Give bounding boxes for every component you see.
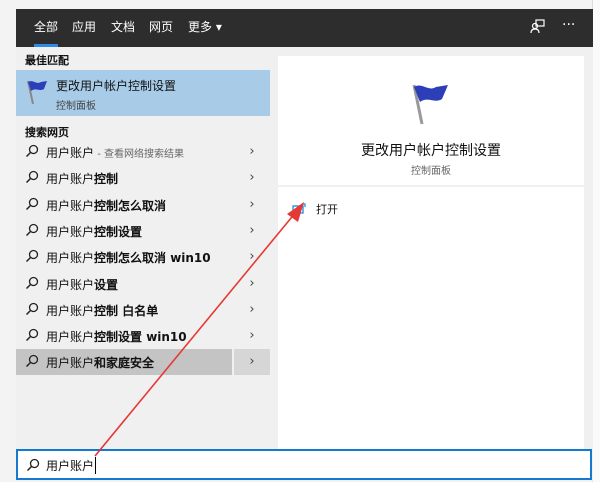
search-suggestion[interactable]: 用户账户控制怎么取消 › (16, 192, 270, 218)
suggestion-hint: - 查看网络搜索结果 (94, 149, 184, 160)
suggestion-completion: 控制怎么取消 (94, 198, 167, 213)
suggestion-label: 用户账户和家庭安全 (46, 354, 154, 371)
search-box[interactable]: 用户账户 (16, 449, 592, 480)
search-icon (25, 302, 39, 315)
tab-more[interactable]: 更多 ▾ (188, 9, 222, 47)
detail-title: 更改用户帐户控制设置 (361, 143, 501, 159)
search-suggestion[interactable]: 用户账户和家庭安全 › (16, 349, 270, 376)
suggestion-query: 用户账户 (46, 198, 95, 213)
chevron-right-icon[interactable]: › (234, 218, 270, 244)
chevron-right-icon[interactable]: › (234, 271, 270, 297)
suggestion-main[interactable]: 用户账户控制 白名单 (16, 297, 232, 323)
suggestion-completion: 控制设置 (94, 224, 143, 239)
best-match-item[interactable]: 更改用户帐户控制设置 控制面板 (16, 70, 270, 116)
suggestion-completion: 设置 (94, 277, 119, 292)
suggestion-completion: 和家庭安全 (94, 356, 155, 371)
detail-card: 更改用户帐户控制设置 控制面板 (278, 56, 584, 185)
search-icon (25, 328, 39, 342)
chevron-right-icon[interactable]: › (234, 349, 270, 376)
open-action[interactable]: 打开 (292, 201, 338, 217)
search-icon (25, 197, 39, 210)
suggestion-main[interactable]: 用户账户和家庭安全 (16, 349, 232, 376)
search-suggestion[interactable]: 用户账户控制 › (16, 165, 270, 191)
suggestion-query: 用户账户 (46, 277, 95, 292)
tab-documents[interactable]: 文档 (111, 9, 135, 47)
header-bar: 全部 应用 文档 网页 更多 ▾ ··· (16, 9, 593, 47)
search-icon (25, 171, 39, 184)
suggestion-label: 用户账户控制怎么取消 win10 (46, 249, 211, 266)
chevron-right-icon[interactable]: › (234, 323, 270, 349)
suggestion-main[interactable]: 用户账户控制怎么取消 (16, 192, 232, 218)
suggestion-completion: 控制 白名单 (94, 303, 159, 318)
suggestion-query: 用户账户 (46, 172, 95, 187)
actions-card: 打开 (278, 187, 584, 449)
best-match-title: 更改用户帐户控制设置 (56, 79, 177, 93)
suggestion-main[interactable]: 用户账户 - 查看网络搜索结果 (16, 139, 232, 165)
search-icon (25, 250, 39, 263)
search-icon (25, 276, 39, 289)
search-icon (25, 355, 39, 368)
suggestion-label: 用户账户控制设置 win10 (46, 328, 187, 345)
suggestion-query: 用户账户 (46, 356, 95, 371)
tab-web[interactable]: 网页 (149, 9, 173, 47)
suggestion-query: 用户账户 (46, 224, 95, 239)
search-suggestion[interactable]: 用户账户设置 › (16, 271, 270, 297)
suggestion-query: 用户账户 (46, 251, 95, 266)
search-window: 全部 应用 文档 网页 更多 ▾ ··· 最佳匹配 更改用户帐户控制设置 控制面… (16, 9, 593, 481)
flag-icon (412, 84, 448, 125)
best-match-subtitle: 控制面板 (56, 101, 96, 112)
search-suggestion[interactable]: 用户账户控制设置 win10 › (16, 323, 270, 349)
suggestion-completion: 控制设置 win10 (94, 330, 187, 345)
suggestion-label: 用户账户设置 (46, 276, 118, 293)
search-input[interactable]: 用户账户 (46, 457, 97, 474)
suggestion-completion: 控制怎么取消 win10 (94, 251, 211, 266)
background-window (592, 0, 600, 482)
results-panel: 最佳匹配 更改用户帐户控制设置 控制面板 搜索网页 用户账户 - 查看网络搜索结… (16, 47, 270, 449)
suggestion-label: 用户账户控制设置 (46, 223, 142, 240)
search-icon (25, 144, 39, 158)
chevron-right-icon[interactable]: › (234, 165, 270, 191)
chevron-right-icon[interactable]: › (234, 244, 270, 270)
suggestion-main[interactable]: 用户账户控制 (16, 165, 232, 191)
search-suggestion[interactable]: 用户账户 - 查看网络搜索结果 › (16, 139, 270, 165)
web-search-heading: 搜索网页 (25, 126, 69, 139)
suggestion-label: 用户账户控制怎么取消 (46, 197, 166, 214)
suggestion-label: 用户账户 - 查看网络搜索结果 (46, 144, 184, 161)
search-suggestion[interactable]: 用户账户控制怎么取消 win10 › (16, 244, 270, 270)
suggestion-query: 用户账户 (46, 146, 95, 160)
suggestion-query: 用户账户 (46, 330, 95, 345)
search-suggestion[interactable]: 用户账户控制 白名单 › (16, 297, 270, 323)
more-options-button[interactable]: ··· (562, 17, 575, 33)
open-label: 打开 (316, 203, 338, 216)
best-match-heading: 最佳匹配 (25, 54, 69, 67)
chevron-right-icon[interactable]: › (234, 139, 270, 165)
suggestion-main[interactable]: 用户账户控制设置 win10 (16, 323, 232, 349)
detail-subtitle: 控制面板 (411, 166, 451, 177)
tab-apps[interactable]: 应用 (72, 9, 96, 47)
search-suggestion[interactable]: 用户账户控制设置 › (16, 218, 270, 244)
suggestion-label: 用户账户控制 (46, 170, 118, 187)
suggestion-main[interactable]: 用户账户控制怎么取消 win10 (16, 244, 232, 270)
suggestion-main[interactable]: 用户账户控制设置 (16, 218, 232, 244)
chevron-right-icon[interactable]: › (234, 192, 270, 218)
suggestion-completion: 控制 (94, 172, 119, 187)
flag-icon (27, 80, 47, 105)
search-icon (25, 223, 39, 236)
tab-all[interactable]: 全部 (34, 9, 59, 47)
search-icon (26, 458, 40, 472)
feedback-icon[interactable] (530, 18, 546, 38)
suggestion-main[interactable]: 用户账户设置 (16, 271, 232, 297)
suggestion-label: 用户账户控制 白名单 (46, 302, 158, 319)
suggestion-query: 用户账户 (46, 303, 95, 318)
open-icon (292, 203, 306, 214)
chevron-right-icon[interactable]: › (234, 297, 270, 323)
